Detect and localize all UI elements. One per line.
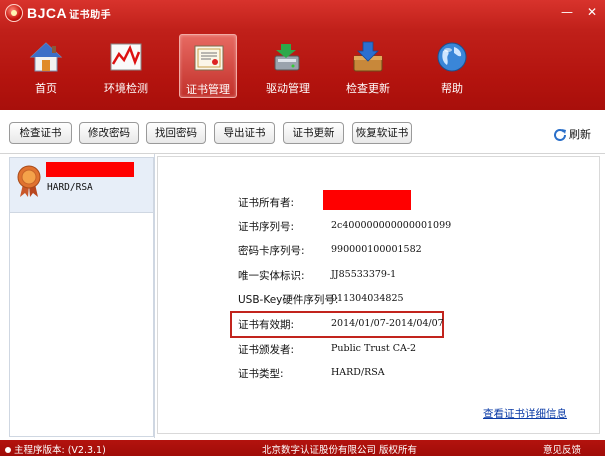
card-serial-value: 990000100001582 bbox=[331, 244, 422, 255]
close-button[interactable]: ✕ bbox=[582, 3, 602, 21]
title-bar: BJCA 证书助手 — ✕ bbox=[0, 0, 605, 26]
main-nav: 首页 环境检测 证书管理 驱动管理 检查更新 帮助 bbox=[0, 30, 605, 100]
nav-label-update: 检查更新 bbox=[346, 82, 390, 95]
nav-help[interactable]: 帮助 bbox=[423, 34, 481, 98]
validity-label: 证书有效期: bbox=[238, 319, 295, 331]
nav-label-help: 帮助 bbox=[441, 82, 463, 95]
certificate-list: HARD/RSA bbox=[9, 157, 154, 437]
app-title-text: BJCA bbox=[27, 5, 68, 21]
status-dot-icon bbox=[5, 447, 11, 453]
nav-label-driver: 驱动管理 bbox=[266, 82, 310, 95]
owner-value-redacted bbox=[323, 190, 411, 210]
nav-check-update[interactable]: 检查更新 bbox=[339, 34, 397, 98]
certificate-type-label: HARD/RSA bbox=[47, 182, 93, 193]
serial-number-value: 2c400000000000001099 bbox=[331, 220, 452, 231]
entity-id-value: JJ85533379-1 bbox=[331, 269, 397, 280]
copyright-text: 北京数字认证股份有限公司 版权所有 bbox=[262, 445, 418, 456]
minimize-button[interactable]: — bbox=[557, 3, 577, 21]
card-serial-label: 密码卡序列号: bbox=[238, 245, 305, 257]
issuer-value: Public Trust CA-2 bbox=[331, 343, 417, 354]
action-toolbar: 检查证书 修改密码 找回密码 导出证书 证书更新 恢复软证书 刷新 bbox=[0, 110, 605, 154]
version-text: 主程序版本: (V2.3.1) bbox=[14, 445, 106, 456]
usb-key-serial-label: USB-Key硬件序列号: bbox=[238, 294, 339, 306]
feedback-link[interactable]: 意见反馈 bbox=[543, 442, 581, 456]
refresh-label: 刷新 bbox=[569, 128, 591, 141]
app-title: BJCA 证书助手 bbox=[27, 5, 111, 21]
bjca-logo-icon bbox=[5, 4, 23, 22]
nav-environment-check[interactable]: 环境检测 bbox=[97, 34, 155, 98]
nav-label-environment: 环境检测 bbox=[104, 82, 148, 95]
globe-icon bbox=[437, 42, 467, 72]
view-certificate-details-link[interactable]: 查看证书详细信息 bbox=[483, 406, 567, 421]
refresh-button[interactable]: 刷新 bbox=[553, 126, 591, 142]
certificate-list-item[interactable]: HARD/RSA bbox=[10, 158, 153, 213]
serial-number-label: 证书序列号: bbox=[238, 221, 295, 233]
version-info: 主程序版本: (V2.3.1) bbox=[5, 442, 106, 456]
owner-label: 证书所有者: bbox=[238, 197, 295, 209]
app-subtitle: 证书助手 bbox=[69, 10, 112, 21]
validity-value: 2014/01/07-2014/04/07 bbox=[331, 318, 444, 329]
nav-home[interactable]: 首页 bbox=[17, 34, 75, 98]
chart-icon bbox=[110, 43, 142, 71]
nav-certificate-management[interactable]: 证书管理 bbox=[179, 34, 237, 98]
certificate-name-redacted bbox=[46, 162, 134, 177]
check-certificate-button[interactable]: 检查证书 bbox=[9, 122, 72, 144]
status-bar: 主程序版本: (V2.3.1) 北京数字认证股份有限公司 版权所有 意见反馈 bbox=[0, 440, 605, 456]
certificate-details-panel: 证书所有者: 证书序列号: 2c400000000000001099 密码卡序列… bbox=[154, 154, 605, 438]
app-header: BJCA 证书助手 — ✕ 首页 环境检测 证书管理 驱动管理 检查更新 帮助 bbox=[0, 0, 605, 110]
details-box: 证书所有者: 证书序列号: 2c400000000000001099 密码卡序列… bbox=[157, 156, 600, 434]
nav-label-certificate: 证书管理 bbox=[186, 83, 230, 96]
restore-soft-certificate-button[interactable]: 恢复软证书 bbox=[352, 122, 412, 144]
export-certificate-button[interactable]: 导出证书 bbox=[214, 122, 275, 144]
issuer-label: 证书颁发者: bbox=[238, 344, 295, 356]
usb-key-serial-value: 011304034825 bbox=[331, 293, 404, 304]
entity-id-label: 唯一实体标识: bbox=[238, 270, 305, 282]
update-certificate-button[interactable]: 证书更新 bbox=[283, 122, 344, 144]
cert-type-label: 证书类型: bbox=[238, 368, 284, 380]
nav-driver-management[interactable]: 驱动管理 bbox=[259, 34, 317, 98]
refresh-icon bbox=[554, 129, 566, 141]
certificate-icon bbox=[194, 45, 224, 71]
change-password-button[interactable]: 修改密码 bbox=[79, 122, 139, 144]
update-icon bbox=[353, 41, 383, 72]
home-icon bbox=[29, 42, 63, 72]
driver-icon bbox=[274, 44, 300, 71]
recover-password-button[interactable]: 找回密码 bbox=[146, 122, 206, 144]
cert-type-value: HARD/RSA bbox=[331, 367, 385, 378]
certificate-badge-icon bbox=[17, 165, 41, 197]
nav-label-home: 首页 bbox=[35, 82, 57, 95]
